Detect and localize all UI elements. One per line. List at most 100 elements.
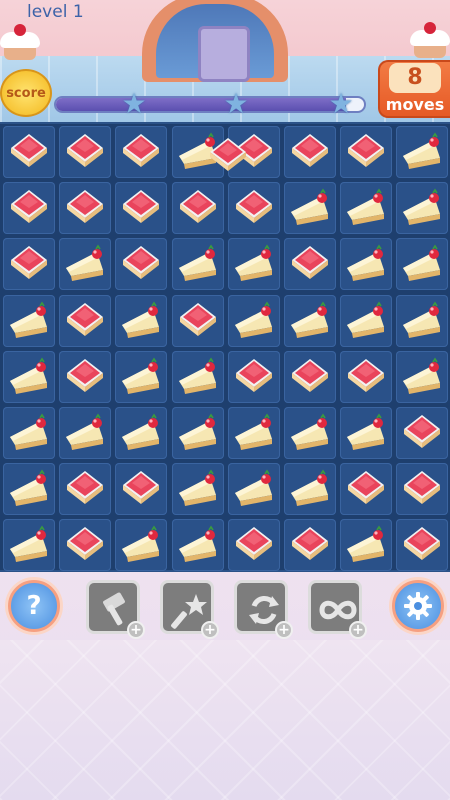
board-cell[interactable] (171, 519, 224, 572)
add-booster-icon: + (349, 621, 367, 639)
red-jelly-cake-piece (63, 523, 107, 571)
board-cell[interactable] (115, 519, 168, 572)
board-cell[interactable] (396, 126, 449, 178)
settings-button[interactable] (392, 580, 444, 632)
progress-star-icon: ★ (328, 87, 354, 120)
board-cell[interactable] (115, 126, 168, 178)
board-cell[interactable] (59, 463, 112, 516)
level-label: level 1 (27, 2, 84, 22)
board-cell[interactable] (227, 182, 280, 235)
board-cell[interactable] (284, 294, 336, 347)
board-cell[interactable] (3, 294, 55, 347)
board-cell[interactable] (115, 294, 168, 347)
board-cell[interactable] (115, 350, 168, 403)
board-cell[interactable] (59, 407, 112, 459)
board-cell[interactable] (59, 519, 112, 572)
cheesecake-slice-piece (176, 355, 220, 403)
cheesecake-slice-piece (7, 299, 51, 347)
board-cell[interactable] (3, 350, 55, 403)
cheesecake-slice-piece (400, 242, 444, 290)
board-cell[interactable] (171, 238, 224, 291)
board-cell[interactable] (171, 182, 224, 235)
board-cell[interactable] (284, 126, 336, 178)
board-cell[interactable] (284, 407, 336, 459)
red-jelly-cake-piece (119, 467, 163, 515)
board-cell[interactable] (171, 463, 224, 516)
board-cell[interactable] (171, 294, 224, 347)
board-cell[interactable] (284, 463, 336, 516)
board-cell[interactable] (171, 350, 224, 403)
board-cell[interactable] (284, 519, 336, 572)
board-cell[interactable] (340, 182, 393, 235)
board-cell[interactable] (59, 182, 112, 235)
magic-wand-booster-button[interactable]: + (160, 580, 219, 639)
board-cell[interactable] (227, 519, 280, 572)
cheesecake-slice-piece (176, 467, 220, 515)
board-cell[interactable] (171, 407, 224, 459)
board-cell[interactable] (3, 182, 55, 235)
board-cell[interactable] (3, 126, 55, 178)
board-cell[interactable] (3, 463, 55, 516)
board-cell[interactable] (396, 294, 449, 347)
board-cell[interactable] (396, 182, 449, 235)
add-booster-icon: + (127, 621, 145, 639)
board-cell[interactable] (340, 126, 393, 178)
red-jelly-cake-piece (176, 299, 220, 347)
shuffle-booster-button[interactable]: + (234, 580, 293, 639)
board-cell[interactable] (3, 519, 55, 572)
board-cell[interactable] (284, 182, 336, 235)
board-cell[interactable] (340, 238, 393, 291)
cheesecake-slice-piece (176, 242, 220, 290)
board-cell[interactable] (3, 407, 55, 459)
board-cell[interactable] (396, 238, 449, 291)
cheesecake-slice-piece (288, 299, 332, 347)
board-cell[interactable] (340, 519, 393, 572)
hammer-booster-button[interactable]: + (86, 580, 145, 639)
cheesecake-slice-piece (63, 242, 107, 290)
board-cell[interactable] (340, 350, 393, 403)
add-booster-icon: + (275, 621, 293, 639)
cheesecake-slice-piece (344, 242, 388, 290)
cupcake-decoration-left (0, 24, 40, 60)
board-cell[interactable] (227, 350, 280, 403)
infinite-moves-booster-button[interactable]: + (308, 580, 367, 639)
red-jelly-cake-piece (176, 186, 220, 234)
swapping-cake-piece (206, 134, 250, 182)
red-jelly-cake-piece (63, 299, 107, 347)
red-jelly-cake-piece (63, 467, 107, 515)
cheesecake-slice-piece (119, 411, 163, 459)
board-cell[interactable] (284, 238, 336, 291)
board-cell[interactable] (115, 407, 168, 459)
score-badge: score (0, 69, 52, 117)
red-jelly-cake-piece (63, 186, 107, 234)
floor-pattern (0, 640, 450, 800)
board-cell[interactable] (340, 463, 393, 516)
cheesecake-slice-piece (344, 523, 388, 571)
board-cell[interactable] (115, 182, 168, 235)
board-cell[interactable] (227, 407, 280, 459)
board-cell[interactable] (396, 463, 449, 516)
board-cell[interactable] (227, 238, 280, 291)
board-cell[interactable] (59, 350, 112, 403)
board-cell[interactable] (115, 238, 168, 291)
board-cell[interactable] (396, 407, 449, 459)
cheesecake-slice-piece (176, 411, 220, 459)
board-cell[interactable] (396, 519, 449, 572)
score-progress-fill (56, 98, 346, 111)
board-cell[interactable] (115, 463, 168, 516)
board-cell[interactable] (3, 238, 55, 291)
board-cell[interactable] (227, 463, 280, 516)
help-button[interactable]: ? (8, 580, 60, 632)
board-cell[interactable] (396, 350, 449, 403)
board-cell[interactable] (59, 294, 112, 347)
board-cell[interactable] (227, 294, 280, 347)
board-cell[interactable] (59, 126, 112, 178)
board-cell[interactable] (284, 350, 336, 403)
red-jelly-cake-piece (344, 355, 388, 403)
cheesecake-slice-piece (119, 355, 163, 403)
cheesecake-slice-piece (176, 523, 220, 571)
board-cell[interactable] (340, 407, 393, 459)
board-cell[interactable] (59, 238, 112, 291)
board-cell[interactable] (340, 294, 393, 347)
cheesecake-slice-piece (119, 523, 163, 571)
